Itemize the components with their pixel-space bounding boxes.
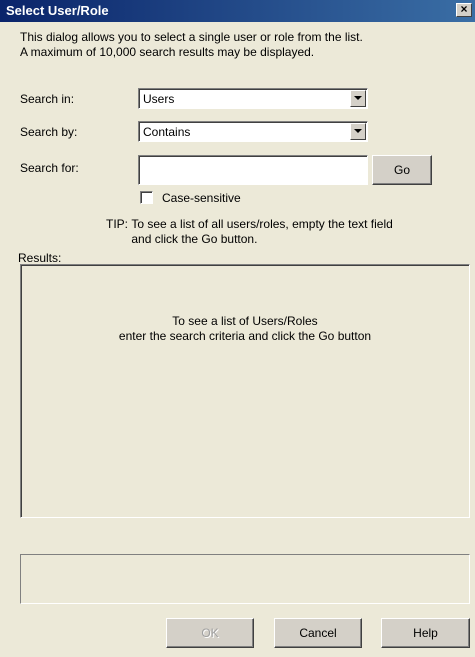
cancel-button[interactable]: Cancel [274, 618, 362, 648]
tip-line-2: and click the Go button. [131, 232, 258, 246]
help-button-label: Help [413, 626, 438, 640]
chevron-down-icon[interactable] [350, 123, 366, 140]
close-icon: × [460, 2, 468, 16]
results-empty-line-1: To see a list of Users/Roles [172, 314, 318, 328]
chevron-down-icon[interactable] [350, 90, 366, 107]
search-by-label: Search by: [20, 125, 78, 139]
search-in-value: Users [143, 92, 175, 106]
go-button-label: Go [393, 163, 410, 177]
results-empty-message: To see a list of Users/Roles enter the s… [21, 314, 469, 344]
results-list[interactable]: To see a list of Users/Roles enter the s… [20, 264, 470, 518]
search-for-label: Search for: [20, 161, 79, 175]
tip-prefix: TIP: [106, 217, 129, 231]
description-line-2: A maximum of 10,000 search results may b… [20, 45, 315, 59]
description-line-1: This dialog allows you to select a singl… [20, 30, 363, 44]
search-in-dropdown[interactable]: Users [138, 88, 368, 109]
search-for-input[interactable] [138, 155, 368, 185]
close-button[interactable]: × [456, 3, 472, 17]
cancel-button-label: Cancel [299, 626, 337, 640]
tip-line-1: To see a list of all users/roles, empty … [131, 217, 393, 231]
ok-button[interactable]: OK [166, 618, 254, 648]
dialog-title: Select User/Role [6, 3, 109, 18]
status-panel [20, 554, 470, 604]
search-by-dropdown[interactable]: Contains [138, 121, 368, 142]
search-in-label: Search in: [20, 92, 75, 106]
title-bar[interactable]: Select User/Role × [0, 0, 475, 22]
help-button[interactable]: Help [381, 618, 470, 648]
tip-text: TIP: To see a list of all users/roles, e… [106, 217, 393, 247]
case-sensitive-checkbox[interactable] [140, 191, 153, 204]
dialog-description: This dialog allows you to select a singl… [20, 30, 363, 60]
select-user-role-dialog: Select User/Role × This dialog allows yo… [0, 0, 475, 657]
go-button[interactable]: Go [372, 155, 432, 185]
results-label: Results: [18, 251, 62, 265]
case-sensitive-label[interactable]: Case-sensitive [162, 191, 241, 205]
results-empty-line-2: enter the search criteria and click the … [118, 329, 372, 343]
ok-button-label: OK [201, 626, 219, 640]
search-by-value: Contains [143, 125, 191, 139]
